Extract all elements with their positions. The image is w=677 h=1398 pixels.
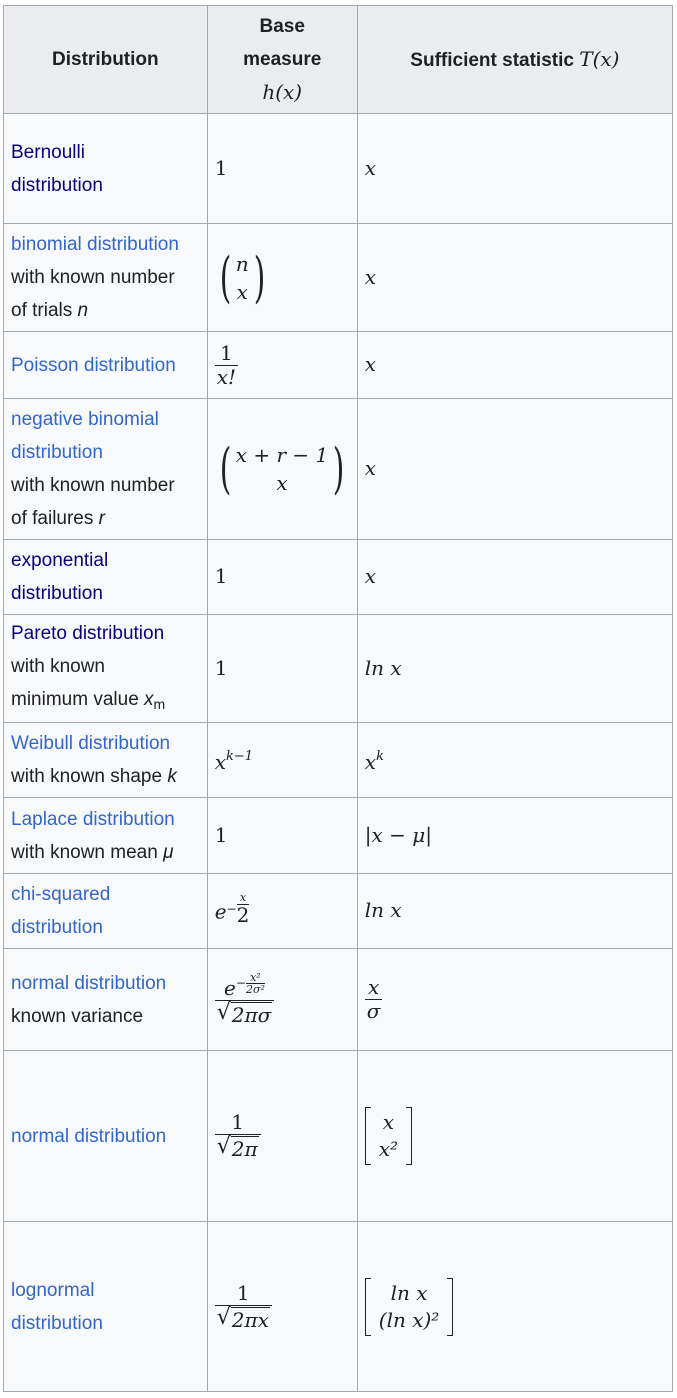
binomial-link[interactable]: binomial distribution	[11, 234, 179, 255]
normal-distribution-link[interactable]: normal distribution	[11, 1126, 166, 1147]
header-base-measure: Base measure h(x)	[206, 5, 358, 114]
fraction: e− x² 2σ² √ 2πσ	[214, 972, 275, 1027]
base-measure-cell: e− x² 2σ² √ 2πσ	[206, 948, 358, 1051]
table-row: normal distribution 1 √ 2π x x²	[3, 1050, 674, 1222]
base-measure-cell: 1 √ 2πx	[206, 1221, 358, 1392]
distribution-cell: Bernoulli distribution	[3, 113, 208, 224]
distribution-cell: chi-squared distribution	[3, 873, 208, 949]
base-measure-cell: 1 x!	[206, 331, 358, 399]
base-measure-cell: 1	[206, 539, 358, 615]
fraction: xσ	[364, 975, 383, 1023]
lognormal-link[interactable]: lognormal distribution	[11, 1280, 103, 1334]
distribution-cell: normal distribution known variance	[3, 948, 208, 1051]
distribution-cell: binomial distribution with known number …	[3, 223, 208, 332]
header-distribution: Distribution	[3, 5, 208, 114]
statistic-cell: ln x	[356, 873, 674, 949]
weibull-link[interactable]: Weibull distribution	[11, 733, 170, 754]
distribution-cell: Weibull distribution with known shape k	[3, 722, 208, 798]
distribution-cell: negative binomial distribution with known…	[3, 398, 208, 540]
statistic-cell: x	[356, 223, 674, 332]
laplace-link[interactable]: Laplace distribution	[11, 809, 175, 830]
base-measure-cell: 1	[206, 797, 358, 874]
table-row: lognormal distribution 1 √ 2πx ln x (ln x)²	[3, 1221, 674, 1392]
table-row: Bernoulli distribution 1 x	[3, 113, 674, 224]
statistic-cell: |x − μ|	[356, 797, 674, 874]
base-measure-cell: 1	[206, 614, 358, 723]
vector-bracket: x x²	[364, 1107, 413, 1165]
table-row: binomial distribution with known number …	[3, 223, 674, 332]
base-measure-cell: xk−1	[206, 722, 358, 798]
statistic-cell: x	[356, 331, 674, 399]
poisson-link[interactable]: Poisson distribution	[11, 355, 176, 376]
table-row: chi-squared distribution e − x2 ln x	[3, 873, 674, 949]
distribution-cell: Laplace distribution with known mean μ	[3, 797, 208, 874]
pareto-link[interactable]: Pareto distribution	[11, 623, 164, 644]
statistic-cell: x x²	[356, 1050, 674, 1222]
statistic-cell: x	[356, 539, 674, 615]
statistic-cell: x	[356, 113, 674, 224]
fraction: 1 x!	[214, 340, 239, 389]
table-row: Poisson distribution 1 x! x	[3, 331, 674, 399]
distribution-table: Distribution Base measure h(x) Sufficien…	[3, 5, 674, 1392]
statistic-cell: xσ	[356, 948, 674, 1051]
distribution-cell: exponential distribution	[3, 539, 208, 615]
distribution-cell: lognormal distribution	[3, 1221, 208, 1392]
negative-binomial-link[interactable]: negative binomial distribution	[11, 409, 159, 463]
distribution-cell: normal distribution	[3, 1050, 208, 1222]
base-measure-cell: 1 √ 2π	[206, 1050, 358, 1222]
base-measure-cell: 1	[206, 113, 358, 224]
statistic-cell: ln x	[356, 614, 674, 723]
binomial-coefficient: ( nx )	[219, 245, 265, 309]
fraction: 1 √ 2πx	[214, 1281, 272, 1332]
table-row: normal distribution known variance e− x² 2…	[3, 948, 674, 1051]
vector-bracket: ln x (ln x)²	[364, 1277, 454, 1336]
table-row: Weibull distribution with known shape k …	[3, 722, 674, 798]
table-row: negative binomial distribution with known…	[3, 398, 674, 540]
header-sufficient-statistic: Sufficient statistic T(x)	[356, 5, 674, 114]
normal-distribution-link[interactable]: normal distribution	[11, 973, 166, 994]
table-row: Laplace distribution with known mean μ 1…	[3, 797, 674, 874]
base-measure-cell: ( nx )	[206, 223, 358, 332]
base-measure-cell: ( x + r − 1x )	[206, 398, 358, 540]
exponential-link[interactable]: exponential distribution	[11, 550, 108, 604]
bernoulli-link[interactable]: Bernoulli distribution	[11, 142, 103, 196]
statistic-cell: x	[356, 398, 674, 540]
statistic-cell: xk	[356, 722, 674, 798]
fraction: 1 √ 2π	[214, 1111, 261, 1161]
chi-squared-link[interactable]: chi-squared distribution	[11, 884, 110, 938]
table-header-row: Distribution Base measure h(x) Sufficien…	[3, 5, 674, 114]
base-measure-cell: e − x2	[206, 873, 358, 949]
table-row: exponential distribution 1 x	[3, 539, 674, 615]
table-row: Pareto distribution with known minimum v…	[3, 614, 674, 723]
binomial-coefficient: ( x + r − 1x )	[219, 437, 345, 500]
statistic-cell: ln x (ln x)²	[356, 1221, 674, 1392]
distribution-cell: Poisson distribution	[3, 331, 208, 399]
distribution-cell: Pareto distribution with known minimum v…	[3, 614, 208, 723]
